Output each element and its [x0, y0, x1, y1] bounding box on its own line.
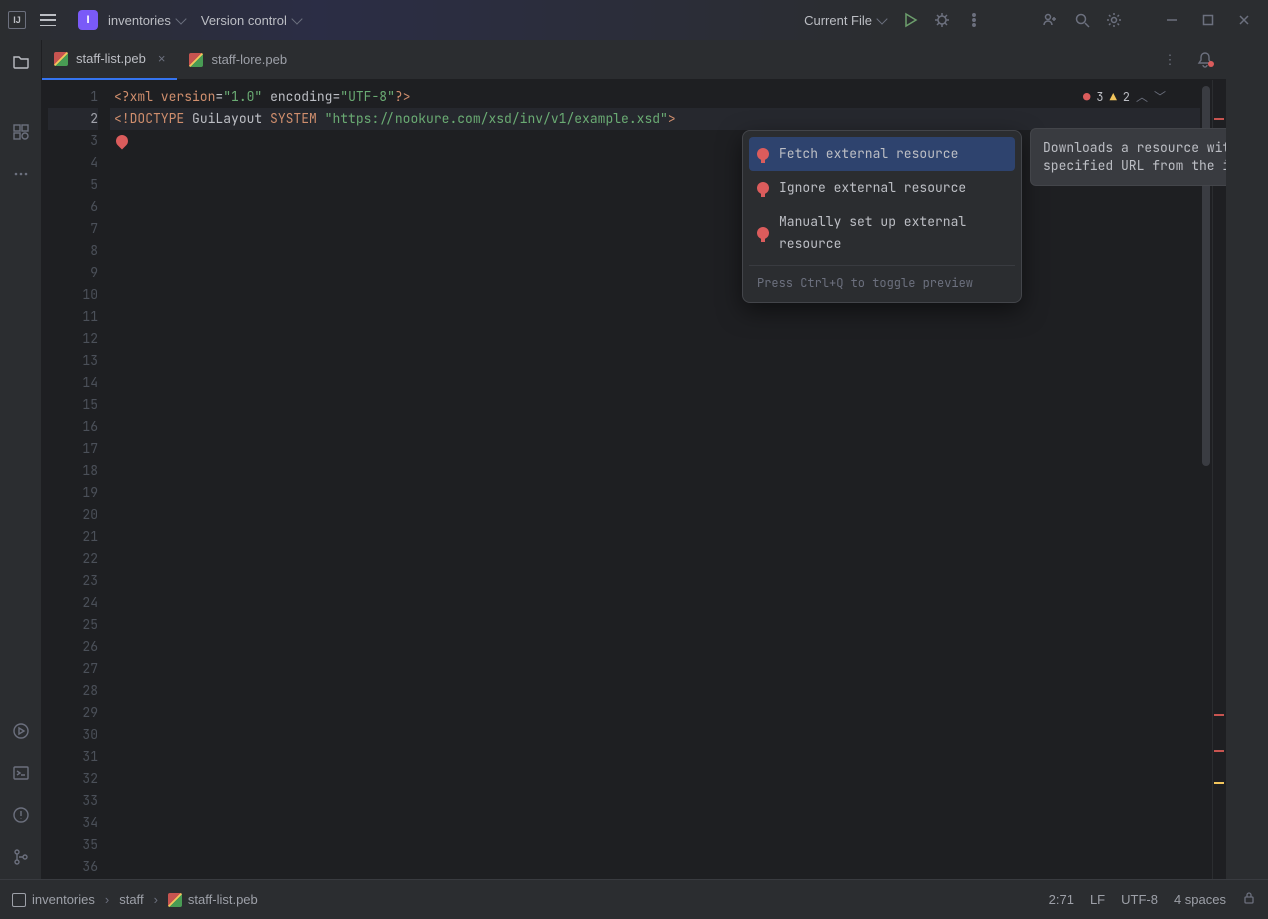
- file-encoding[interactable]: UTF-8: [1121, 892, 1158, 907]
- chevron-right-icon: ›: [154, 892, 158, 907]
- notifications-icon[interactable]: [1184, 51, 1226, 69]
- error-icon: ●: [1083, 86, 1090, 108]
- close-tab-icon[interactable]: ×: [158, 51, 166, 66]
- chevron-down-icon: [175, 13, 186, 24]
- intention-bulb-icon[interactable]: [114, 133, 131, 150]
- intention-item-manual[interactable]: Manually set up external resource: [749, 205, 1015, 261]
- close-button[interactable]: [1228, 6, 1260, 34]
- indent-config[interactable]: 4 spaces: [1174, 892, 1226, 907]
- bulb-icon: [757, 148, 769, 160]
- search-icon[interactable]: [1068, 6, 1096, 34]
- minimize-button[interactable]: [1156, 6, 1188, 34]
- left-tool-rail: [0, 40, 42, 879]
- chevron-down-icon: [876, 13, 887, 24]
- chevron-right-icon: ›: [105, 892, 109, 907]
- more-icon[interactable]: [960, 6, 988, 34]
- readonly-lock-icon[interactable]: [1242, 891, 1256, 908]
- module-icon: [12, 893, 26, 907]
- vcs-dropdown[interactable]: Version control: [195, 9, 307, 32]
- tab-menu-icon[interactable]: ⋮: [1156, 52, 1184, 68]
- doc-tooltip: Downloads a resource with the specified …: [1030, 128, 1226, 186]
- terminal-tool-icon[interactable]: [7, 759, 35, 787]
- pebble-file-icon: [54, 52, 68, 66]
- caret-position[interactable]: 2:71: [1049, 892, 1074, 907]
- intention-item-fetch[interactable]: Fetch external resource: [749, 137, 1015, 171]
- breadcrumb-file[interactable]: staff-list.peb: [188, 892, 258, 907]
- maximize-button[interactable]: [1192, 6, 1224, 34]
- intention-popup: Fetch external resource Ignore external …: [742, 130, 1022, 303]
- titlebar: IJ I inventories Version control Current…: [0, 0, 1268, 40]
- debug-icon[interactable]: [928, 6, 956, 34]
- status-bar: inventories › staff › staff-list.peb 2:7…: [0, 879, 1268, 919]
- breadcrumb-root[interactable]: inventories: [32, 892, 95, 907]
- prev-highlight-icon[interactable]: ︿: [1136, 86, 1148, 108]
- bulb-icon: [757, 227, 769, 239]
- editor-tabs: staff-list.peb × staff-lore.peb ⋮: [42, 40, 1226, 80]
- vertical-scrollbar[interactable]: [1200, 80, 1212, 879]
- code-line: <!DOCTYPE GuiLayout SYSTEM "https://nook…: [110, 108, 1200, 130]
- tab-staff-lore[interactable]: staff-lore.peb: [177, 40, 299, 80]
- right-tool-rail: [1226, 40, 1268, 879]
- project-dropdown[interactable]: inventories: [102, 9, 191, 32]
- code-line: <?xml version="1.0" encoding="UTF-8"?>: [110, 86, 1200, 108]
- pebble-file-icon: [189, 53, 203, 67]
- run-config-dropdown[interactable]: Current File: [798, 9, 892, 32]
- warning-icon: ▲: [1110, 86, 1117, 108]
- line-gutter: 1234567891011121314151617181920212223242…: [42, 80, 110, 879]
- inspection-widget[interactable]: ●3 ▲2 ︿ ﹀: [1083, 86, 1166, 108]
- line-separator[interactable]: LF: [1090, 892, 1105, 907]
- run-icon[interactable]: [896, 6, 924, 34]
- bulb-icon: [757, 182, 769, 194]
- breadcrumb-folder[interactable]: staff: [119, 892, 143, 907]
- intention-item-ignore[interactable]: Ignore external resource: [749, 171, 1015, 205]
- next-highlight-icon[interactable]: ﹀: [1154, 86, 1166, 108]
- main-menu-icon[interactable]: [40, 14, 56, 26]
- more-tools-icon[interactable]: [7, 160, 35, 188]
- editor[interactable]: 1234567891011121314151617181920212223242…: [42, 80, 1226, 879]
- settings-icon[interactable]: [1100, 6, 1128, 34]
- popup-hint: Press Ctrl+Q to toggle preview: [749, 265, 1015, 296]
- app-logo: IJ: [8, 11, 26, 29]
- structure-tool-icon[interactable]: [7, 118, 35, 146]
- project-tool-icon[interactable]: [7, 48, 35, 76]
- error-stripe[interactable]: [1212, 80, 1226, 879]
- notification-badge: [1208, 61, 1214, 67]
- code-with-me-icon[interactable]: [1036, 6, 1064, 34]
- tab-staff-list[interactable]: staff-list.peb ×: [42, 40, 177, 80]
- services-tool-icon[interactable]: [7, 717, 35, 745]
- pebble-file-icon: [168, 893, 182, 907]
- problems-tool-icon[interactable]: [7, 801, 35, 829]
- vcs-tool-icon[interactable]: [7, 843, 35, 871]
- chevron-down-icon: [291, 13, 302, 24]
- project-badge[interactable]: I: [78, 10, 98, 30]
